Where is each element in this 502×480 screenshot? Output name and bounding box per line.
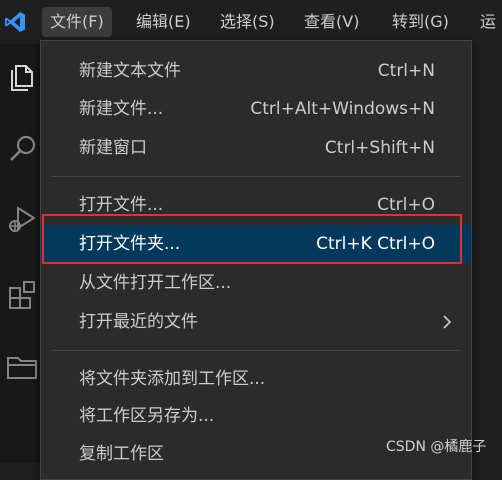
menu-item-open-workspace-from-file[interactable]: 从文件打开工作区...: [41, 265, 471, 301]
menu-item-label: 从文件打开工作区...: [79, 273, 232, 293]
menu-view[interactable]: 查看(V): [296, 7, 367, 37]
menu-item-shortcut: Ctrl+Shift+N: [324, 138, 435, 158]
menu-item-open-folder[interactable]: 打开文件夹... Ctrl+K Ctrl+O: [41, 225, 471, 263]
folder-icon[interactable]: [4, 348, 42, 386]
menu-item-shortcut: Ctrl+N: [377, 61, 435, 81]
menu-item-shortcut: Ctrl+K Ctrl+O: [316, 234, 435, 254]
vscode-logo-icon: [5, 12, 25, 32]
menu-item-new-file[interactable]: 新建文件... Ctrl+Alt+Windows+N: [41, 91, 471, 127]
menu-item-label: 将文件夹添加到工作区...: [79, 369, 266, 389]
menu-item-label: 打开最近的文件: [79, 312, 198, 332]
menu-run[interactable]: 运: [472, 7, 502, 37]
menu-item-label: 打开文件...: [79, 195, 164, 215]
menu-item-new-text-file[interactable]: 新建文本文件 Ctrl+N: [41, 53, 471, 89]
menu-go[interactable]: 转到(G): [384, 7, 457, 37]
menu-separator: [51, 176, 461, 177]
menu-item-shortcut: Ctrl+Alt+Windows+N: [250, 99, 435, 119]
menu-selection[interactable]: 选择(S): [212, 7, 283, 37]
menu-file[interactable]: 文件(F): [42, 7, 112, 37]
watermark: CSDN @橘鹿子: [386, 439, 487, 455]
explorer-icon[interactable]: [4, 58, 42, 96]
menu-item-open-file[interactable]: 打开文件... Ctrl+O: [41, 187, 471, 223]
file-menu-dropdown: 新建文本文件 Ctrl+N 新建文件... Ctrl+Alt+Windows+N…: [40, 40, 472, 480]
run-debug-icon[interactable]: [4, 200, 42, 238]
menu-item-open-recent[interactable]: 打开最近的文件: [41, 304, 471, 340]
menubar: 文件(F) 编辑(E) 选择(S) 查看(V) 转到(G) 运: [0, 0, 502, 44]
menu-separator: [51, 350, 461, 351]
menu-item-label: 新建文本文件: [79, 61, 181, 81]
menu-item-new-window[interactable]: 新建窗口 Ctrl+Shift+N: [41, 130, 471, 166]
menu-item-save-workspace-as[interactable]: 将工作区另存为...: [41, 398, 471, 434]
menu-item-label: 新建窗口: [79, 138, 147, 158]
menu-item-add-folder-to-workspace[interactable]: 将文件夹添加到工作区...: [41, 361, 471, 397]
menu-item-shortcut: Ctrl+O: [377, 195, 435, 215]
chevron-right-icon: [443, 315, 452, 329]
menu-item-label: 打开文件夹...: [79, 234, 181, 254]
menu-item-label: 新建文件...: [79, 99, 164, 119]
menu-item-label: 将工作区另存为...: [79, 406, 215, 426]
search-icon[interactable]: [4, 130, 42, 168]
menu-edit[interactable]: 编辑(E): [128, 7, 199, 37]
extensions-icon[interactable]: [4, 276, 42, 314]
menu-item-label: 复制工作区: [79, 444, 164, 464]
